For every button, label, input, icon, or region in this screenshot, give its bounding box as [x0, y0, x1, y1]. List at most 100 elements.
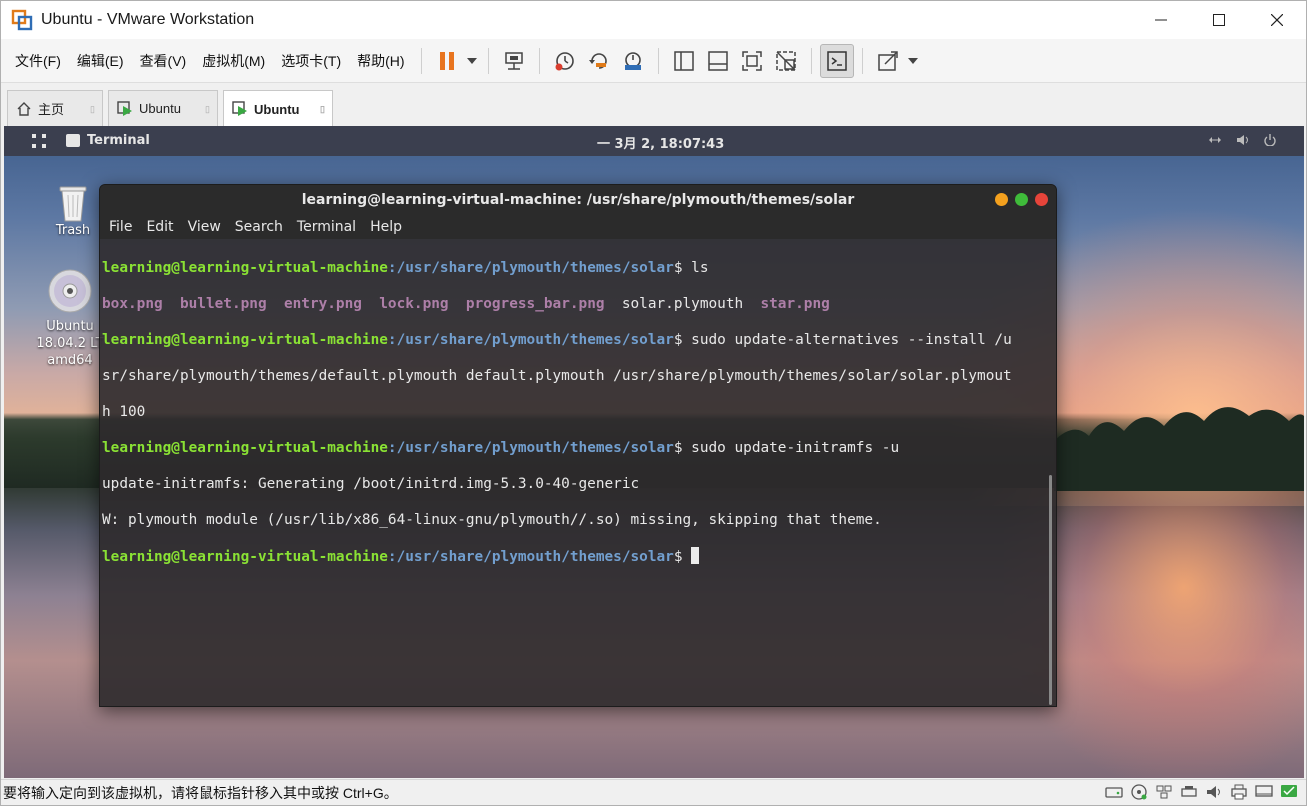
activity-label[interactable]: Terminal	[87, 133, 150, 148]
vmware-logo-icon	[11, 9, 33, 31]
terminal-titlebar[interactable]: learning@learning-virtual-machine: /usr/…	[100, 185, 1056, 215]
command-text: sr/share/plymouth/themes/default.plymout…	[102, 368, 1012, 384]
menu-help[interactable]: 帮助(H)	[349, 39, 412, 83]
ls-file: progress_bar.png	[465, 296, 605, 312]
close-icon[interactable]: ▯	[320, 104, 326, 114]
close-button[interactable]	[1248, 1, 1306, 39]
command-text: h 100	[102, 404, 146, 420]
prompt-path: :/usr/share/plymouth/themes/solar	[387, 332, 674, 348]
dvd-desktop-icon[interactable]: Ubuntu 18.04.2 LT amd64	[30, 268, 110, 369]
vmware-window: Ubuntu - VMware Workstation 文件(F) 编辑(E) …	[0, 0, 1307, 806]
terminal-menu-view[interactable]: View	[181, 219, 228, 235]
network-adapter-icon[interactable]	[1155, 783, 1173, 801]
hard-disk-icon[interactable]	[1105, 783, 1123, 801]
minimize-icon[interactable]	[995, 193, 1008, 206]
close-icon[interactable]: ▯	[90, 104, 96, 114]
trash-icon	[59, 186, 87, 222]
display-icon[interactable]	[1255, 783, 1273, 801]
menu-toolbar: 文件(F) 编辑(E) 查看(V) 虚拟机(M) 选项卡(T) 帮助(H)	[1, 39, 1306, 83]
terminal-line: learning@learning-virtual-machine:/usr/s…	[102, 331, 1054, 349]
snapshot-manager-button[interactable]	[616, 44, 650, 78]
menu-vm[interactable]: 虚拟机(M)	[194, 39, 273, 83]
apps-grid-icon[interactable]	[32, 134, 46, 148]
ls-file: solar.plymouth	[621, 296, 744, 312]
maximize-button[interactable]	[1190, 1, 1248, 39]
take-snapshot-button[interactable]	[548, 44, 582, 78]
terminal-menu-edit[interactable]: Edit	[139, 219, 180, 235]
full-screen-button[interactable]	[735, 44, 769, 78]
show-thumbnail-bar-button[interactable]	[701, 44, 735, 78]
terminal-line: box.png bullet.png entry.png lock.png pr…	[102, 295, 1054, 313]
chevron-down-icon	[907, 57, 918, 64]
cd-dvd-icon[interactable]	[1130, 783, 1148, 801]
show-library-button[interactable]	[667, 44, 701, 78]
terminal-menu-file[interactable]: File	[102, 219, 139, 235]
console-view-button[interactable]	[819, 43, 854, 78]
usb-device-icon[interactable]	[1180, 783, 1198, 801]
snapshot-icon	[555, 51, 574, 70]
toolbar-separator	[861, 47, 863, 74]
terminal-menu-terminal[interactable]: Terminal	[290, 219, 363, 235]
tab-ubuntu-1[interactable]: Ubuntu ▯	[108, 90, 218, 126]
terminal-line: sr/share/plymouth/themes/default.plymout…	[102, 367, 1054, 385]
stretch-guest-button[interactable]	[871, 44, 905, 78]
menu-edit[interactable]: 编辑(E)	[69, 39, 132, 83]
printer-icon[interactable]	[1230, 783, 1248, 801]
trash-desktop-icon[interactable]: Trash	[48, 181, 98, 238]
toolbar-separator	[810, 47, 812, 74]
stretch-icon	[877, 50, 898, 71]
tab-bar: 主页 ▯ Ubuntu ▯ Ubuntu ▯	[1, 84, 1306, 127]
dvd-label-line3: amd64	[47, 353, 93, 368]
vm-display[interactable]: Terminal 一 3月 2, 18:07:43 Trash Ubuntu 1…	[4, 126, 1304, 778]
menu-file[interactable]: 文件(F)	[7, 39, 69, 83]
wallpaper-trees	[1054, 407, 1304, 491]
window-title: Ubuntu - VMware Workstation	[41, 11, 255, 28]
stretch-dropdown-button[interactable]	[905, 44, 921, 78]
prompt-path: :/usr/share/plymouth/themes/solar	[387, 440, 674, 456]
terminal-menu-search[interactable]: Search	[228, 219, 290, 235]
prompt-user: learning@learning-virtual-machine	[102, 549, 388, 565]
terminal-window[interactable]: learning@learning-virtual-machine: /usr/…	[99, 184, 1057, 707]
system-tray[interactable]	[1208, 134, 1276, 146]
message-log-icon[interactable]	[1280, 783, 1298, 801]
prompt-path: :/usr/share/plymouth/themes/solar	[387, 260, 674, 276]
maximize-icon[interactable]	[1015, 193, 1028, 206]
unity-mode-button[interactable]	[769, 44, 803, 78]
terminal-menu-help[interactable]: Help	[363, 219, 409, 235]
text-cursor	[691, 547, 700, 564]
tab-ubuntu-2[interactable]: Ubuntu ▯	[223, 90, 333, 127]
close-icon	[1271, 14, 1283, 26]
ls-file: lock.png	[379, 296, 449, 312]
minimize-icon	[1155, 19, 1167, 21]
command-text: $ sudo update-initramfs -u	[673, 440, 900, 456]
minimize-button[interactable]	[1132, 1, 1190, 39]
send-ctrl-alt-del-button[interactable]	[497, 44, 531, 78]
menu-tabs[interactable]: 选项卡(T)	[273, 39, 349, 83]
maximize-icon	[1213, 14, 1225, 26]
terminal-line: h 100	[102, 403, 1054, 421]
full-screen-icon	[741, 50, 762, 71]
close-icon[interactable]	[1035, 193, 1048, 206]
title-bar: Ubuntu - VMware Workstation	[1, 1, 1306, 39]
volume-icon	[1237, 135, 1248, 145]
ls-file: box.png	[102, 296, 163, 312]
menu-view[interactable]: 查看(V)	[132, 39, 195, 83]
thumbnail-bar-icon	[707, 50, 728, 71]
terminal-scrollbar[interactable]	[1049, 475, 1052, 705]
command-text: $ sudo update-alternatives --install /u	[673, 332, 1012, 348]
console-icon	[826, 50, 847, 71]
prompt-user: learning@learning-virtual-machine	[102, 440, 388, 456]
dvd-label-line2: 18.04.2 LT	[36, 336, 104, 351]
terminal-line: W: plymouth module (/usr/lib/x86_64-linu…	[102, 511, 1054, 529]
clock[interactable]: 一 3月 2, 18:07:43	[597, 133, 724, 152]
power-dropdown-button[interactable]	[464, 44, 480, 78]
pause-icon	[439, 51, 454, 70]
terminal-output[interactable]: learning@learning-virtual-machine:/usr/s…	[100, 239, 1056, 604]
sound-card-icon[interactable]	[1205, 783, 1223, 801]
terminal-line: update-initramfs: Generating /boot/initr…	[102, 475, 1054, 493]
terminal-line: learning@learning-virtual-machine:/usr/s…	[102, 547, 1054, 566]
revert-snapshot-button[interactable]	[582, 44, 616, 78]
close-icon[interactable]: ▯	[205, 104, 211, 114]
pause-button[interactable]	[430, 44, 464, 78]
tab-home[interactable]: 主页 ▯	[7, 90, 103, 126]
